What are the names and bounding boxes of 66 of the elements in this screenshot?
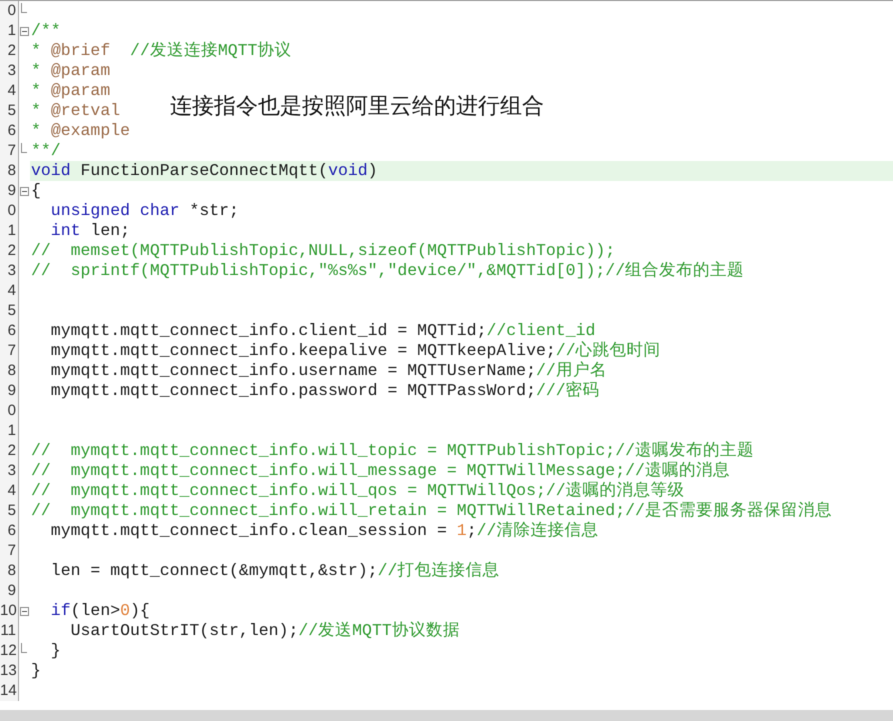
line-number: 2 [0,441,19,461]
code-line: } [31,661,41,681]
code-line: /** [31,21,61,41]
line-number: 7 [0,541,19,561]
code-line: mymqtt.mqtt_connect_info.client_id = MQTTid;//client_id [50,321,596,341]
line-number: 6 [0,321,19,341]
code-line: * @retval [31,101,120,121]
line-number: 11 [0,621,19,641]
code-line: // sprintf(MQTTPublishTopic,"%s%s","device/",&MQTTid[0]);//组合发布的主题 [31,261,744,281]
code-line: { [31,181,41,201]
code-line: mymqtt.mqtt_connect_info.keepalive = MQTTkeepAlive;//心跳包时间 [50,341,661,361]
code-line: * @example [31,121,130,141]
annotation-text: 连接指令也是按照阿里云给的进行组合 [170,93,544,121]
line-number: 10 [0,601,19,621]
line-number: 8 [0,361,19,381]
code-line: * @param [31,61,110,81]
line-number: 4 [0,81,19,101]
line-number: 12 [0,641,19,661]
line-number: 14 [0,681,19,701]
line-number: 7 [0,341,19,361]
code-line: unsigned char *str; [50,201,239,221]
line-number: 3 [0,61,19,81]
line-number: 5 [0,301,19,321]
line-number: 1 [0,221,19,241]
code-line: mymqtt.mqtt_connect_info.clean_session = 1;//清除连接信息 [50,521,598,541]
line-number: 5 [0,501,19,521]
line-number: 3 [0,261,19,281]
line-number: 13 [0,661,19,681]
code-line: len = mqtt_connect(&mymqtt,&str);//打包连接信息 [50,561,500,581]
line-number: 1 [0,421,19,441]
code-line: * @param [31,81,110,101]
line-number: 9 [0,581,19,601]
code-line: void FunctionParseConnectMqtt(void) [31,161,378,181]
line-number: 9 [0,181,19,201]
line-number: 7 [0,141,19,161]
line-number: 4 [0,281,19,301]
collapse-icon[interactable] [20,186,29,196]
code-line: **/ [31,141,61,161]
code-line: // mymqtt.mqtt_connect_info.will_topic = MQTTPublishTopic;//遗嘱发布的主题 [31,441,754,461]
line-number: 0 [0,1,19,21]
line-number: 8 [0,561,19,581]
code-line: if(len>0){ [50,601,150,621]
code-line: // mymqtt.mqtt_connect_info.will_message = MQTTWillMessage;//遗嘱的消息 [31,461,730,481]
line-number: 0 [0,401,19,421]
line-number: 0 [0,201,19,221]
line-number: 2 [0,241,19,261]
line-number: 1 [0,21,19,41]
line-number: 8 [0,161,19,181]
code-line: mymqtt.mqtt_connect_info.username = MQTTUserName;//用户名 [50,361,607,381]
line-number: 6 [0,521,19,541]
code-line: } [50,641,61,661]
line-number: 4 [0,481,19,501]
collapse-icon[interactable] [20,26,29,36]
line-number: 5 [0,101,19,121]
code-line: // mymqtt.mqtt_connect_info.will_qos = MQTTWillQos;//遗嘱的消息等级 [31,481,685,501]
line-number: 9 [0,381,19,401]
line-number: 6 [0,121,19,141]
collapse-icon[interactable] [20,606,29,616]
line-number: 3 [0,461,19,481]
code-line: UsartOutStrIT(str,len);//发送MQTT协议数据 [70,621,460,641]
line-number: 2 [0,41,19,61]
code-line: mymqtt.mqtt_connect_info.password = MQTTPassWord;///密码 [50,381,600,401]
code-line: int len; [50,221,130,241]
code-line: // memset(MQTTPublishTopic,NULL,sizeof(MQTTPublishTopic)); [31,241,616,261]
code-line: // mymqtt.mqtt_connect_info.will_retain = MQTTWillRetained;//是否需要服务器保留消息 [31,501,832,521]
code-line: * @brief //发送连接MQTT协议 [31,41,292,61]
